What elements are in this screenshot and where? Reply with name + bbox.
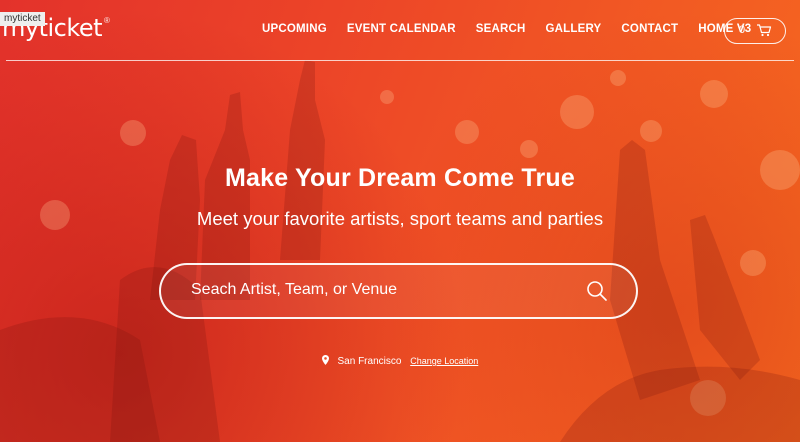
nav-item-gallery[interactable]: GALLERY: [546, 23, 602, 35]
nav-item-contact[interactable]: CONTACT: [621, 23, 678, 35]
logo-tooltip: myticket: [0, 12, 45, 26]
search-icon[interactable]: [586, 280, 608, 307]
cart-icon: [756, 23, 772, 42]
cart-count: 0: [739, 24, 746, 36]
search-box[interactable]: [159, 263, 638, 319]
registered-mark: ®: [104, 16, 110, 25]
hero-subtitle: Meet your favorite artists, sport teams …: [196, 208, 604, 229]
nav-item-upcoming[interactable]: UPCOMING: [262, 23, 327, 35]
change-location-link[interactable]: Change Location: [410, 356, 478, 366]
nav-item-search[interactable]: SEARCH: [476, 23, 526, 35]
cart-button[interactable]: 0: [724, 18, 786, 44]
main-nav: UPCOMING EVENT CALENDAR SEARCH GALLERY C…: [262, 23, 751, 35]
location-bar: San Francisco Change Location: [0, 355, 800, 368]
nav-item-event-calendar[interactable]: EVENT CALENDAR: [347, 23, 456, 35]
search-input[interactable]: [191, 281, 571, 299]
header-divider: [6, 60, 794, 61]
map-pin-icon: [321, 355, 329, 368]
current-city: San Francisco: [337, 356, 402, 367]
hero-title: Make Your Dream Come True: [224, 164, 576, 192]
top-navigation: myticket ® myticket UPCOMING EVENT CALEN…: [0, 0, 800, 60]
